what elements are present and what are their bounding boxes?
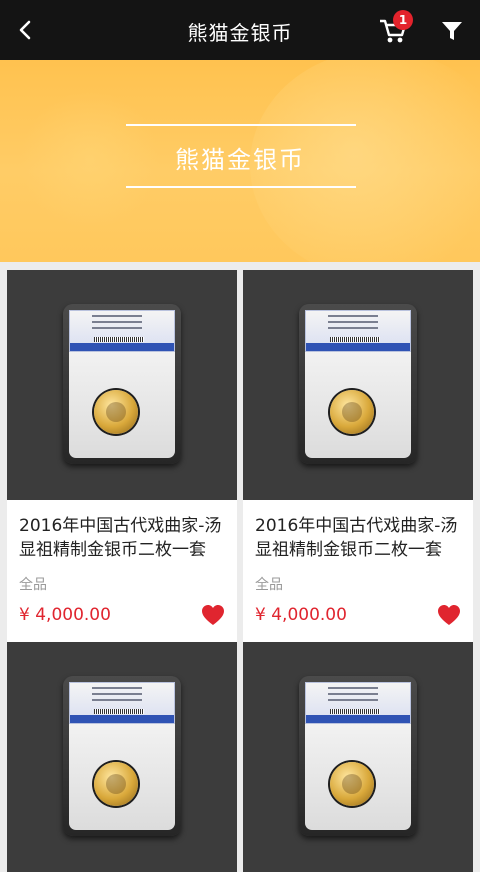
heart-icon[interactable] [437,604,461,626]
product-card[interactable] [7,642,237,872]
coin-slab-image [63,304,181,464]
product-image [243,270,473,500]
product-image [243,642,473,872]
product-card[interactable] [243,642,473,872]
coin-image [94,762,138,806]
coin-slab-image [63,676,181,836]
product-card[interactable]: 2016年中国古代戏曲家-汤显祖精制金银币二枚一套 全品 ¥ 4,000.00 [243,270,473,642]
product-card[interactable]: 2016年中国古代戏曲家-汤显祖精制金银币二枚一套 全品 ¥ 4,000.00 [7,270,237,642]
product-price: ¥ 4,000.00 [255,605,347,625]
coin-image [94,390,138,434]
heart-icon[interactable] [201,604,225,626]
coin-image [330,762,374,806]
product-price: ¥ 4,000.00 [19,605,111,625]
category-banner: 熊猫金银币 [0,60,480,262]
product-name: 2016年中国古代戏曲家-汤显祖精制金银币二枚一套 [255,516,458,560]
product-image [7,270,237,500]
banner-title: 熊猫金银币 [175,146,305,174]
filter-icon[interactable] [439,18,465,44]
product-grade: 全品 [255,577,283,593]
banner-divider-top [126,124,356,126]
top-navigation-bar: 熊猫金银币 1 [0,0,480,60]
product-image [7,642,237,872]
coin-image [330,390,374,434]
cart-count-badge: 1 [393,10,413,30]
banner-divider-bottom [126,186,356,188]
product-grade: 全品 [19,577,47,593]
coin-slab-image [299,304,417,464]
coin-slab-image [299,676,417,836]
product-name: 2016年中国古代戏曲家-汤显祖精制金银币二枚一套 [19,516,222,560]
